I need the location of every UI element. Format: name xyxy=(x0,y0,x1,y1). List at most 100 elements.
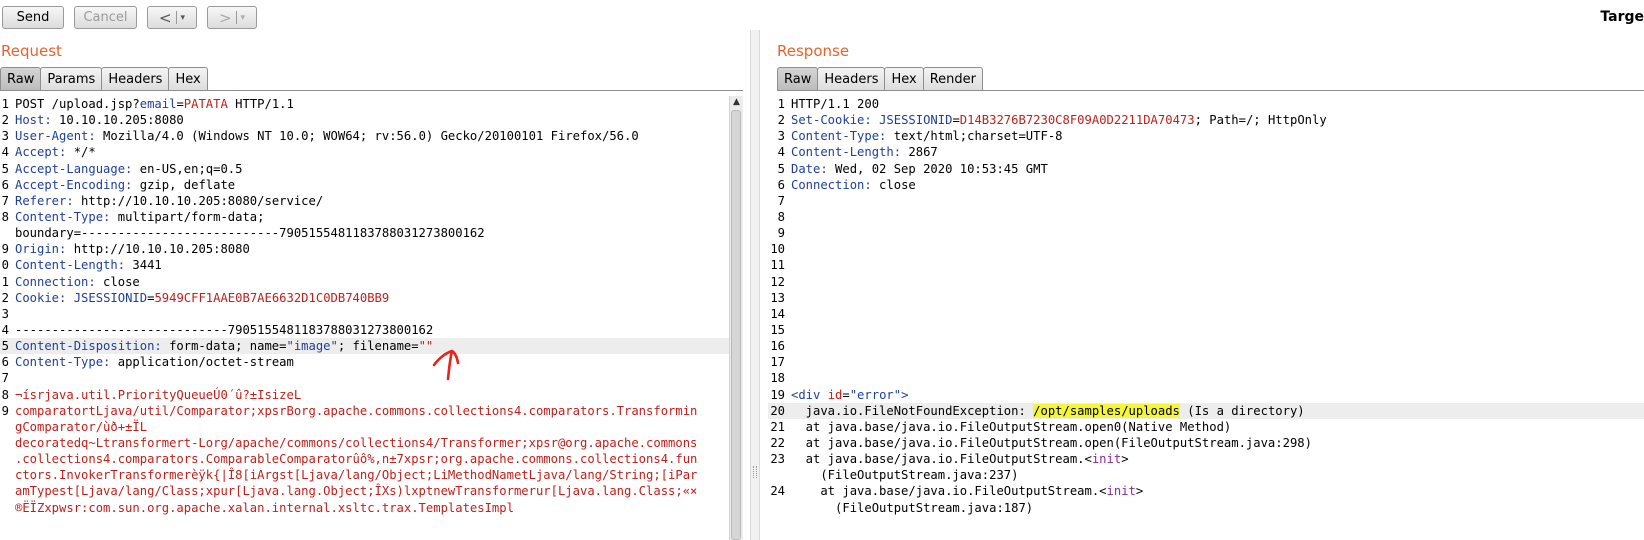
line-text: Origin: http://10.10.10.205:8080 xyxy=(15,241,250,257)
code-line: 23 at java.base/java.io.FileOutputStream… xyxy=(768,451,1644,467)
line-number: 19 xyxy=(770,387,785,402)
line-text: Accept: */* xyxy=(15,144,96,160)
request-editor[interactable]: 1 POST /upload.jsp?email=PATATA HTTP/1.1 2… xyxy=(0,96,729,540)
line-text: at java.base/java.io.FileOutputStream.op… xyxy=(791,435,1312,451)
code-token: ; Path=/; HttpOnly xyxy=(1194,113,1327,128)
line-text: Content-Type: application/octet-stream xyxy=(15,354,294,370)
line-text: Content-Length: 3441 xyxy=(15,257,162,273)
code-token: (FileOutputStream.java:187) xyxy=(791,500,1034,515)
code-token: JSESSIONID xyxy=(73,290,148,305)
code-token: Content-Length: xyxy=(791,145,902,160)
code-token: at java.base/java.io.FileOutputStream.op… xyxy=(791,419,1232,434)
pane-splitter[interactable] xyxy=(750,30,760,540)
line-number: 3 xyxy=(777,129,785,144)
line-number: 6 xyxy=(777,177,785,192)
forward-button[interactable]: > ▾ xyxy=(207,6,257,29)
code-token: Content-Type: xyxy=(791,129,887,144)
line-number: 2 xyxy=(1,113,9,128)
code-token: Cookie: xyxy=(15,290,67,305)
send-button[interactable]: Send xyxy=(2,6,64,29)
code-token: POST /upload.jsp? xyxy=(15,97,140,111)
code-token: Accept-Language: xyxy=(15,161,133,176)
cancel-button[interactable]: Cancel xyxy=(74,6,137,29)
line-text: Host: 10.10.10.205:8080 xyxy=(15,112,184,128)
code-token: ctors.InvokerTransformerèÿk{|Î8[iArgst[L… xyxy=(15,468,698,483)
code-token: Content-Type: xyxy=(15,355,111,370)
line-text: User-Agent: Mozilla/4.0 (Windows NT 10.0… xyxy=(15,128,639,144)
code-token: 5949CFF1AAE0B7AE6632D1C0DB740BB9 xyxy=(154,290,390,305)
line-number: 8 xyxy=(777,209,785,224)
target-label[interactable]: Targe xyxy=(1600,9,1644,25)
line-number: 7 xyxy=(1,371,9,386)
line-number: 21 xyxy=(770,419,785,434)
code-token: Content-Disposition: xyxy=(15,339,162,354)
line-number: 2 xyxy=(1,290,9,305)
request-scrollbar[interactable]: ▲ xyxy=(729,96,743,540)
line-number: 2 xyxy=(777,113,785,128)
code-token: Wed, 02 Sep 2020 10:53:45 GMT xyxy=(827,161,1048,176)
code-line: 10 xyxy=(768,241,1644,257)
code-line: 1 POST /upload.jsp?email=PATATA HTTP/1.1 xyxy=(0,96,729,112)
tab-raw[interactable]: Raw xyxy=(0,67,42,90)
annotation-arrow-icon xyxy=(432,349,460,381)
request-title: Request xyxy=(1,42,62,60)
code-line: 20 java.io.FileNotFoundException: /opt/s… xyxy=(768,402,1644,419)
code-token: HTTP/1.1 200 xyxy=(791,97,880,111)
scroll-up-icon[interactable]: ▲ xyxy=(730,96,743,108)
line-number: 11 xyxy=(770,258,785,273)
code-line: boundary=---------------------------7905… xyxy=(0,225,729,241)
line-text: amTypest[Ljava/lang/Class;xpur[Ljava.lan… xyxy=(15,483,697,499)
code-token: application/octet-stream xyxy=(110,355,294,370)
line-text: ctors.InvokerTransformerèÿk{|Î8[iArgst[L… xyxy=(15,467,697,483)
tab-headers[interactable]: Headers xyxy=(101,67,170,90)
line-number: 13 xyxy=(770,290,785,305)
code-token: 10.10.10.205:8080 xyxy=(51,113,184,128)
back-button[interactable]: < ▾ xyxy=(147,6,197,29)
tab-params[interactable]: Params xyxy=(40,67,103,90)
code-line: 1 HTTP/1.1 200 xyxy=(768,96,1644,112)
line-text: comparatortLjava/util/Comparator;xpsrBor… xyxy=(15,403,697,419)
line-number: 24 xyxy=(770,484,785,499)
code-token: Date: xyxy=(791,161,828,176)
tab-hex[interactable]: Hex xyxy=(884,67,924,90)
line-text: Referer: http://10.10.10.205:8080/servic… xyxy=(15,193,323,209)
line-text: Content-Length: 2867 xyxy=(791,144,938,160)
code-line: 18 xyxy=(768,370,1644,386)
line-text: <div id="error"> xyxy=(791,387,908,403)
code-line: 3 Content-Type: text/html;charset=UTF-8 xyxy=(768,128,1644,144)
line-number: 7 xyxy=(777,193,785,208)
code-token: init xyxy=(1091,452,1122,467)
code-token: at java.base/java.io.FileOutputStream.op… xyxy=(791,435,1312,450)
code-line: 3 User-Agent: Mozilla/4.0 (Windows NT 10.… xyxy=(0,128,729,144)
code-token: > xyxy=(901,387,909,402)
code-token: ®ËÏZxpwsr:com.sun.org.apache.xalan.inter… xyxy=(15,500,514,515)
line-text: at java.base/java.io.FileOutputStream.<i… xyxy=(791,483,1143,499)
line-text: ®ËÏZxpwsr:com.sun.org.apache.xalan.inter… xyxy=(15,500,514,516)
line-text: ¬ísrjava.util.PriorityQueueÚ0´û?±IsizeL xyxy=(15,387,301,403)
code-line: 16 xyxy=(768,338,1644,354)
code-token: en-US,en;q=0.5 xyxy=(132,161,243,176)
code-token: at java.base/java.io.FileOutputStream.< xyxy=(791,484,1107,499)
code-token: > xyxy=(1121,452,1129,467)
code-token: "error" xyxy=(849,387,902,402)
line-number: 23 xyxy=(770,452,785,467)
code-line: 6 Content-Type: application/octet-stream xyxy=(0,354,729,370)
tab-headers[interactable]: Headers xyxy=(817,67,886,90)
response-tab-divider xyxy=(777,90,1644,91)
code-token: http://10.10.10.205:8080 xyxy=(66,242,250,257)
code-line: 0 Content-Length: 3441 xyxy=(0,257,729,273)
tab-render[interactable]: Render xyxy=(922,67,983,90)
code-token: gComparator/ùð+±ÏL xyxy=(15,419,148,434)
code-token: text/html;charset=UTF-8 xyxy=(886,129,1063,144)
tab-raw[interactable]: Raw xyxy=(777,67,819,90)
line-text: Content-Disposition: form-data; name="im… xyxy=(15,338,433,354)
code-token: Host: xyxy=(15,113,52,128)
scrollbar-thumb[interactable] xyxy=(731,110,741,540)
tab-hex[interactable]: Hex xyxy=(168,67,208,90)
line-number: 9 xyxy=(1,403,9,418)
code-line: 4 Accept: */* xyxy=(0,144,729,160)
response-editor[interactable]: 1 HTTP/1.1 200 2 Set-Cookie: JSESSIONID=D14… xyxy=(768,96,1644,540)
line-text: at java.base/java.io.FileOutputStream.op… xyxy=(791,419,1232,435)
code-token: Set-Cookie: xyxy=(791,113,872,128)
